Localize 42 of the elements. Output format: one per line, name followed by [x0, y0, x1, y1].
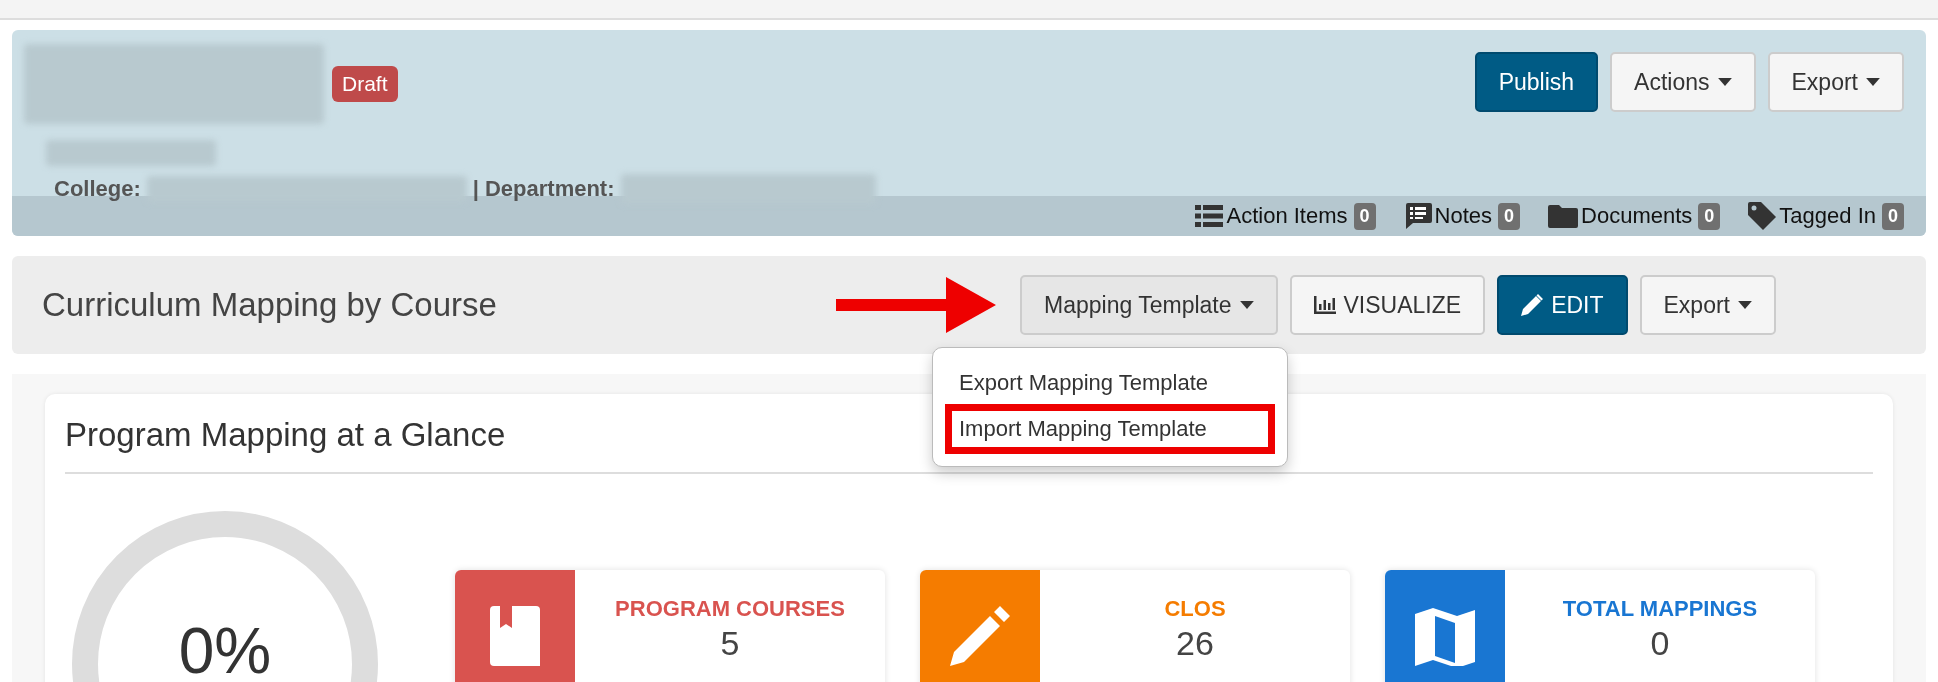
record-link[interactable]: Documents 0 [1548, 202, 1721, 230]
pencil-icon [1521, 294, 1544, 316]
section-title: Curriculum Mapping by Course [42, 286, 497, 324]
list-icon [1195, 205, 1224, 227]
caret-icon [1866, 78, 1880, 86]
caret-icon [1738, 301, 1752, 309]
caret-icon [1717, 78, 1732, 86]
count-badge: 0 [1498, 202, 1521, 230]
tag-icon [1748, 202, 1777, 230]
record-link[interactable]: Notes 0 [1403, 202, 1521, 230]
department-label: Department: [484, 176, 615, 202]
stat-value: 5 [719, 624, 741, 663]
count-badge: 0 [1698, 202, 1721, 230]
stat-label: PROGRAM COURSES [614, 596, 846, 622]
status-badge: Draft [332, 66, 398, 102]
menu-item[interactable]: Export Mapping Template [933, 362, 1287, 404]
menu-item[interactable]: Import Mapping Template [945, 404, 1275, 454]
dropdown-button[interactable]: Export [1639, 275, 1776, 335]
visualize-button[interactable]: VISUALIZE [1289, 275, 1486, 335]
folded-map-icon [1415, 606, 1475, 666]
record-link[interactable]: Action Items 0 [1195, 202, 1376, 230]
folder-icon [1548, 204, 1579, 228]
pencil-icon [950, 606, 1010, 666]
bookmark-book-icon [490, 606, 540, 666]
progress-reading: 0% [177, 614, 273, 682]
stat-value: 26 [1175, 624, 1215, 663]
caret-icon [1239, 301, 1254, 309]
stat-label: CLOS [1163, 596, 1227, 622]
edit-button[interactable]: EDIT [1497, 275, 1628, 335]
bar-chart-icon [1313, 296, 1336, 314]
college-label: College: [54, 176, 141, 202]
count-badge: 0 [1353, 202, 1376, 230]
comment-icon [1403, 202, 1432, 230]
dropdown-button[interactable]: Export [1767, 52, 1904, 112]
stat-value: 0 [1649, 624, 1671, 663]
stat-label: TOTAL MAPPINGS [1561, 596, 1759, 622]
record-link[interactable]: Tagged In 0 [1748, 202, 1904, 230]
dropdown-button[interactable]: Mapping Template [1020, 275, 1278, 335]
separator: | [472, 176, 479, 202]
dropdown-button[interactable]: Actions [1610, 52, 1756, 112]
count-badge: 0 [1882, 202, 1904, 230]
publish-button[interactable]: Publish [1474, 52, 1599, 112]
